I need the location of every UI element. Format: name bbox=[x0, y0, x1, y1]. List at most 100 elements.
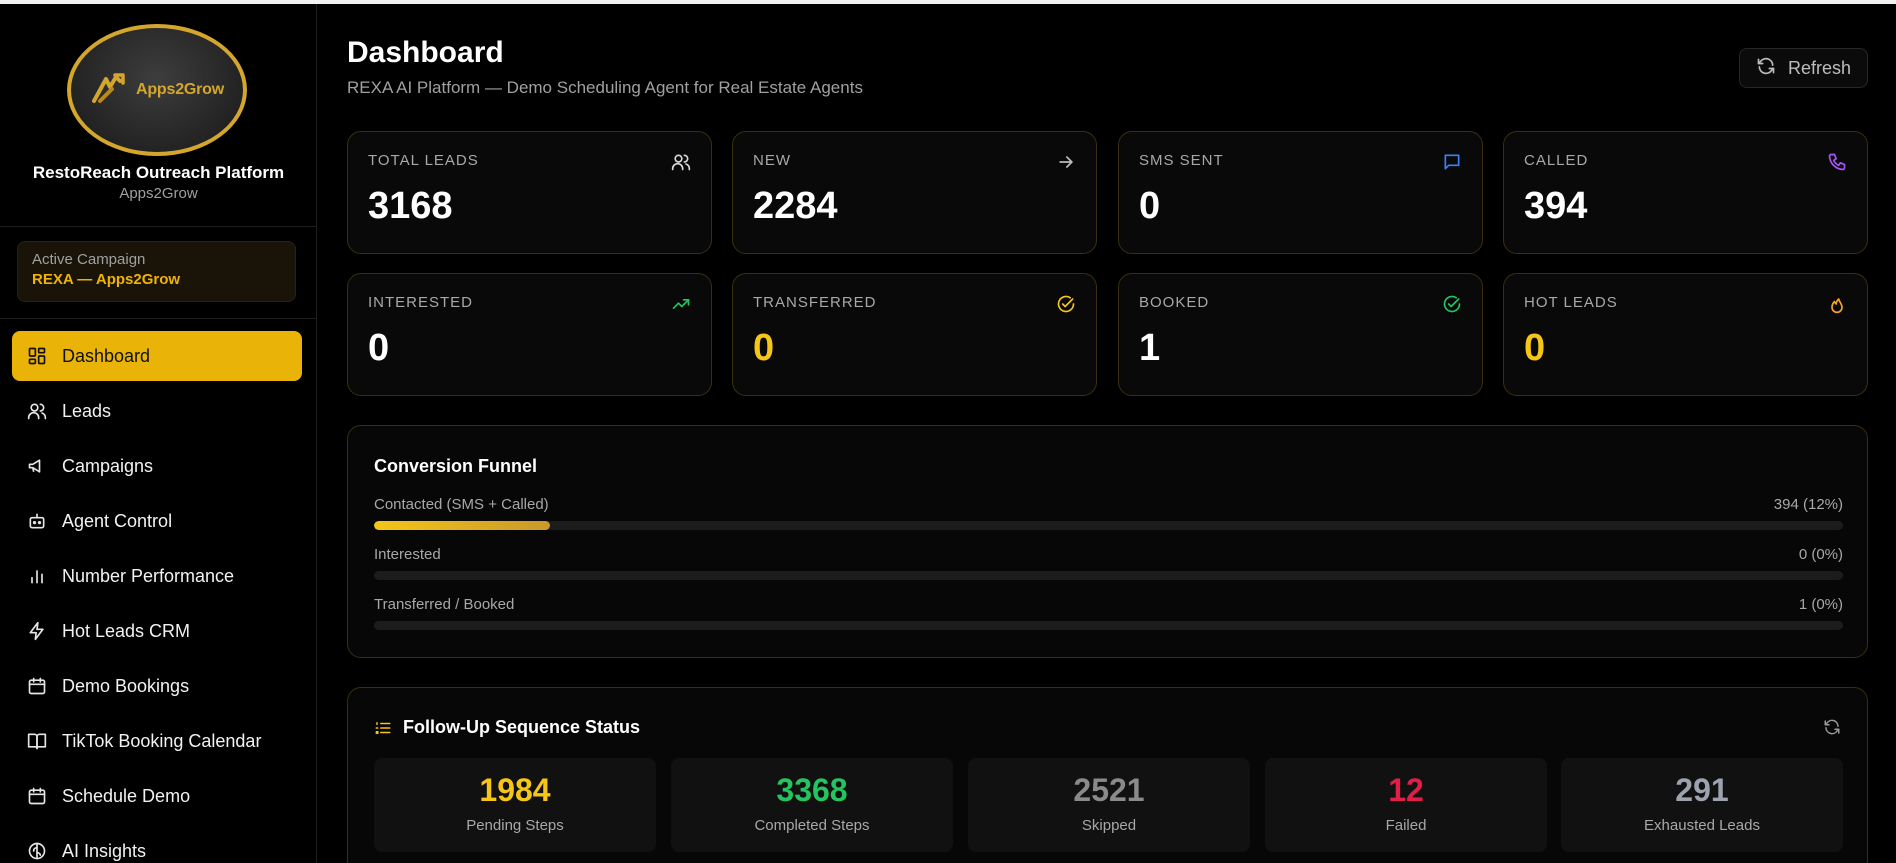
stat-card-interested: INTERESTED 0 bbox=[347, 273, 712, 396]
check-circle-icon bbox=[1442, 294, 1462, 314]
sidebar-item-hot-leads-crm[interactable]: Hot Leads CRM bbox=[12, 606, 302, 656]
sidebar-item-number-performance[interactable]: Number Performance bbox=[12, 551, 302, 601]
funnel-bar-fill bbox=[374, 521, 551, 530]
sidebar-nav: Dashboard Leads Campaigns Agent Control … bbox=[12, 331, 302, 863]
followup-stat-exhausted: 291 Exhausted Leads bbox=[1561, 758, 1843, 852]
followup-stat-value: 2521 bbox=[1073, 772, 1145, 808]
brand-title: RestoReach Outreach Platform bbox=[32, 163, 285, 182]
brain-icon bbox=[27, 841, 47, 861]
sidebar-item-campaigns[interactable]: Campaigns bbox=[12, 441, 302, 491]
flame-icon bbox=[1827, 294, 1847, 314]
funnel-row-label: Transferred / Booked bbox=[374, 596, 515, 613]
stat-value: 0 bbox=[753, 327, 775, 369]
funnel-row: Contacted (SMS + Called) 394 (12%) bbox=[374, 496, 1843, 530]
followup-stat-label: Completed Steps bbox=[754, 817, 870, 834]
refresh-icon[interactable] bbox=[1823, 718, 1841, 736]
stat-card-hot-leads: HOT LEADS 0 bbox=[1503, 273, 1868, 396]
followup-stat-value: 12 bbox=[1388, 772, 1424, 808]
bar-chart-icon bbox=[27, 566, 47, 586]
stat-card-sms-sent: SMS SENT 0 bbox=[1118, 131, 1483, 254]
sidebar-item-ai-insights[interactable]: AI Insights bbox=[12, 826, 302, 863]
sidebar-divider bbox=[0, 226, 317, 227]
funnel-row: Interested 0 (0%) bbox=[374, 546, 1843, 580]
stat-label: INTERESTED bbox=[368, 294, 474, 311]
stat-label: BOOKED bbox=[1139, 294, 1210, 311]
sidebar-item-label: Number Performance bbox=[62, 565, 235, 586]
brand-logo: Apps2Grow bbox=[67, 24, 247, 156]
stat-label: TRANSFERRED bbox=[753, 294, 877, 311]
logo-arrow-icon bbox=[92, 73, 125, 103]
funnel-row-value: 0 (0%) bbox=[1798, 546, 1843, 563]
active-campaign-name: REXA — Apps2Grow bbox=[32, 271, 181, 288]
sidebar-item-agent-control[interactable]: Agent Control bbox=[12, 496, 302, 546]
logo-text: Apps2Grow bbox=[136, 81, 224, 98]
calendar-icon bbox=[27, 786, 47, 806]
sidebar-item-tiktok-booking-calendar[interactable]: TikTok Booking Calendar bbox=[12, 716, 302, 766]
stat-card-transferred: TRANSFERRED 0 bbox=[732, 273, 1097, 396]
stat-value: 3168 bbox=[368, 185, 453, 227]
sidebar-item-label: Agent Control bbox=[62, 510, 173, 531]
trending-up-icon bbox=[671, 294, 691, 314]
dashboard-grid-icon bbox=[27, 346, 47, 366]
active-campaign-box[interactable]: Active Campaign REXA — Apps2Grow bbox=[17, 241, 296, 302]
followup-stat-skipped: 2521 Skipped bbox=[968, 758, 1250, 852]
funnel-bar-track bbox=[374, 621, 1843, 630]
users-icon bbox=[671, 152, 691, 172]
funnel-bar-track bbox=[374, 571, 1843, 580]
funnel-row-label: Interested bbox=[374, 546, 441, 563]
active-campaign-label: Active Campaign bbox=[32, 251, 146, 268]
lightning-icon bbox=[27, 621, 47, 641]
funnel-row-value: 394 (12%) bbox=[1773, 496, 1843, 513]
refresh-icon bbox=[1756, 56, 1776, 81]
conversion-funnel-panel: Conversion Funnel Contacted (SMS + Calle… bbox=[347, 425, 1868, 658]
message-square-icon bbox=[1442, 152, 1462, 172]
followup-stat-label: Failed bbox=[1385, 817, 1427, 834]
megaphone-icon bbox=[27, 456, 47, 476]
sidebar-item-label: Schedule Demo bbox=[62, 785, 191, 806]
refresh-label: Refresh bbox=[1787, 57, 1852, 78]
users-icon bbox=[27, 401, 47, 421]
followup-stat-value: 291 bbox=[1675, 772, 1729, 808]
sidebar-divider bbox=[0, 318, 317, 319]
book-open-icon bbox=[27, 731, 47, 751]
sidebar-item-dashboard[interactable]: Dashboard bbox=[12, 331, 302, 381]
stat-value: 1 bbox=[1139, 327, 1161, 369]
sidebar-item-label: Demo Bookings bbox=[62, 675, 190, 696]
stat-card-called: CALLED 394 bbox=[1503, 131, 1868, 254]
stat-value: 0 bbox=[368, 327, 390, 369]
sidebar-item-leads[interactable]: Leads bbox=[12, 386, 302, 436]
arrow-right-icon bbox=[1056, 152, 1076, 172]
funnel-title: Conversion Funnel bbox=[374, 456, 538, 476]
stat-label: NEW bbox=[753, 152, 791, 169]
followup-stat-value: 1984 bbox=[479, 772, 551, 808]
stat-card-new: NEW 2284 bbox=[732, 131, 1097, 254]
sidebar-item-label: Leads bbox=[62, 400, 112, 421]
stat-value: 0 bbox=[1524, 327, 1546, 369]
stat-label: HOT LEADS bbox=[1524, 294, 1618, 311]
stat-card-total-leads: TOTAL LEADS 3168 bbox=[347, 131, 712, 254]
sidebar-item-demo-bookings[interactable]: Demo Bookings bbox=[12, 661, 302, 711]
brand-subtitle: Apps2Grow bbox=[119, 185, 198, 202]
page-subtitle: REXA AI Platform — Demo Scheduling Agent… bbox=[347, 78, 863, 97]
stat-value: 394 bbox=[1524, 185, 1588, 227]
page-title: Dashboard bbox=[347, 36, 504, 69]
funnel-row: Transferred / Booked 1 (0%) bbox=[374, 596, 1843, 630]
calendar-icon bbox=[27, 676, 47, 696]
followup-stat-label: Exhausted Leads bbox=[1644, 817, 1760, 834]
sidebar-item-label: Campaigns bbox=[62, 455, 154, 476]
check-circle-icon bbox=[1056, 294, 1076, 314]
followup-stat-label: Pending Steps bbox=[466, 817, 564, 834]
sidebar-item-schedule-demo[interactable]: Schedule Demo bbox=[12, 771, 302, 821]
followup-stat-value: 3368 bbox=[776, 772, 848, 808]
funnel-row-value: 1 (0%) bbox=[1798, 596, 1843, 613]
refresh-button[interactable]: Refresh bbox=[1739, 48, 1868, 88]
sidebar-item-label: Hot Leads CRM bbox=[62, 620, 191, 641]
followup-status-panel: Follow-Up Sequence Status 1984 Pending S… bbox=[347, 687, 1868, 863]
list-icon bbox=[374, 719, 392, 737]
stat-label: TOTAL LEADS bbox=[368, 152, 479, 169]
stat-label: CALLED bbox=[1524, 152, 1589, 169]
sidebar-item-label: TikTok Booking Calendar bbox=[62, 730, 262, 751]
followup-stat-label: Skipped bbox=[1081, 817, 1137, 834]
stat-value: 2284 bbox=[753, 185, 838, 227]
stat-card-booked: BOOKED 1 bbox=[1118, 273, 1483, 396]
